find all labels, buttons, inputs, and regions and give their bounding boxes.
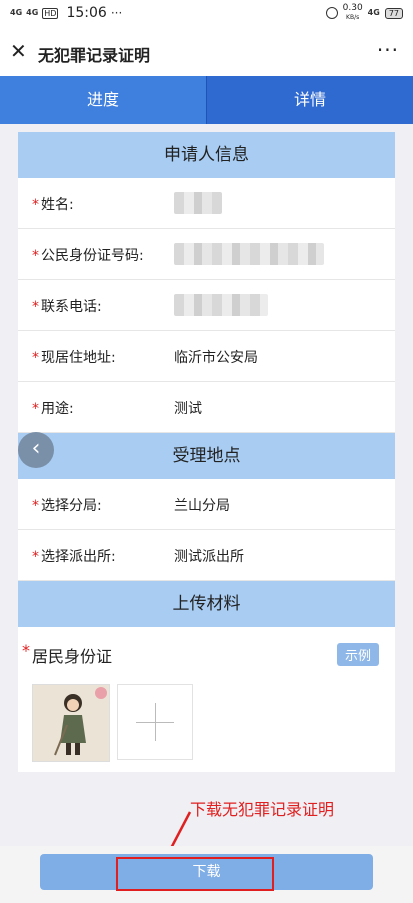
status-dots: ··· [110,6,123,20]
required-mark: * [32,401,39,417]
network-speed: 0.30 KB/s [342,3,363,22]
tab-bar: 进度 详情 [0,76,413,124]
required-mark: * [22,641,30,660]
field-address: * 现居住地址: 临沂市公安局 [18,331,395,382]
section-location: 受理地点 [18,433,395,479]
network-type: 4G [367,8,380,17]
field-value: 兰山分局 [174,498,230,514]
field-value: 测试派出所 [174,549,244,565]
close-icon[interactable]: ✕ [10,41,27,61]
required-mark: * [32,549,39,565]
field-value: 测试 [174,401,202,417]
field-label: 现居住地址: [41,350,116,366]
field-value: 临沂市公安局 [174,350,258,366]
field-id-number: * 公民身份证号码: [18,229,395,280]
alarm-icon [325,7,338,19]
highlight-box [116,857,274,891]
sample-button[interactable]: 示例 [336,643,379,666]
field-label: 姓名: [41,197,74,213]
uploaded-image-thumbnail[interactable] [32,684,110,762]
field-value-redacted [174,243,324,265]
field-label: 公民身份证号码: [41,248,144,264]
field-label: 用途: [41,401,74,417]
status-bar: 4G 4G HD 15:06 ··· 0.30 KB/s 4G 77 [0,0,413,28]
required-mark: * [32,498,39,514]
page-title: 无犯罪记录证明 [38,46,151,65]
delete-badge-icon[interactable] [95,687,107,699]
field-value-redacted [174,192,222,214]
required-mark: * [32,299,39,315]
annotation-text: 下载无犯罪记录证明 [190,800,335,819]
field-label: 联系电话: [41,299,102,315]
signal-4g-1: 4G [10,8,23,17]
chevron-left-icon[interactable]: ‹ [18,432,54,468]
status-time: 15:06 [66,5,107,21]
field-value-redacted [174,294,268,316]
upload-id-card: * 居民身份证 示例 [18,627,395,677]
add-image-button[interactable] [117,684,193,760]
required-mark: * [32,350,39,366]
required-mark: * [32,248,39,264]
field-purpose: * 用途: 测试 [18,382,395,433]
tab-details[interactable]: 详情 [206,76,413,124]
field-station: * 选择派出所: 测试派出所 [18,530,395,581]
application-card: 申请人信息 * 姓名: * 公民身份证号码: * 联系电话: * 现居住地址: 临沂市公… [18,132,395,772]
nav-bar: ✕ 无犯罪记录证明 ··· [0,28,413,76]
signal-4g-2: 4G [26,8,39,17]
field-name: * 姓名: [18,178,395,229]
section-upload: 上传材料 [18,581,395,627]
hd-badge: HD [42,7,59,19]
field-label: 选择分局: [41,498,102,514]
field-branch: * 选择分局: 兰山分局 [18,479,395,530]
upload-label: 居民身份证 [32,647,113,666]
section-applicant-info: 申请人信息 [18,132,395,178]
field-label: 选择派出所: [41,549,116,565]
tab-progress[interactable]: 进度 [0,76,206,124]
required-mark: * [32,197,39,213]
field-phone: * 联系电话: [18,280,395,331]
battery-icon: 77 [384,7,403,19]
more-menu-button[interactable]: ··· [377,38,399,62]
